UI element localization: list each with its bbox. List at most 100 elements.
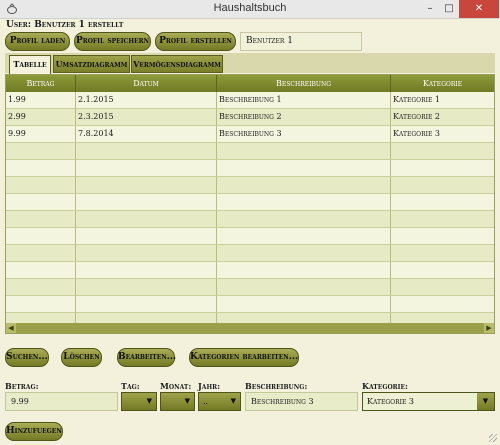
- table-cell-date: [76, 194, 217, 210]
- empty-table-row[interactable]: [6, 262, 494, 279]
- tab-assets-chart[interactable]: Vermögensdiagramm: [131, 55, 223, 73]
- table-cell-description: [217, 143, 391, 159]
- column-header-category[interactable]: Kategorie: [391, 75, 494, 92]
- description-label: Beschreibung:: [245, 381, 308, 391]
- table-cell-amount: 1.99: [6, 92, 76, 108]
- category-select[interactable]: Kategorie 3 ▼: [362, 392, 495, 411]
- resize-grip-icon[interactable]: [489, 434, 497, 442]
- column-header-amount[interactable]: Betrag: [6, 75, 76, 92]
- tab-table[interactable]: Tabelle: [9, 55, 51, 74]
- maximize-button[interactable]: □: [440, 0, 458, 18]
- table-cell-date: 7.8.2014: [76, 126, 217, 142]
- table-cell-amount: [6, 296, 76, 312]
- empty-table-row[interactable]: [6, 177, 494, 194]
- table-cell-description: [217, 279, 391, 295]
- user-status: User: Benutzer 1 erstellt: [6, 20, 124, 30]
- table-cell-category: [391, 296, 494, 312]
- table-cell-description: [217, 245, 391, 261]
- amount-label: Betrag:: [5, 381, 39, 391]
- scroll-right-icon[interactable]: ▶: [484, 323, 494, 333]
- table-cell-description: [217, 228, 391, 244]
- table-cell-category: Kategorie 3: [393, 129, 440, 138]
- close-button[interactable]: ✕: [459, 0, 499, 18]
- save-profile-button[interactable]: Profil speichern: [74, 32, 151, 51]
- description-input[interactable]: Beschreibung 3: [245, 392, 358, 411]
- column-header-date[interactable]: Datum: [76, 75, 217, 92]
- table-cell-category: [391, 160, 494, 176]
- minimize-button[interactable]: –: [421, 0, 439, 18]
- table-cell-date: [76, 177, 217, 193]
- table-cell-amount: [6, 245, 76, 261]
- empty-table-row[interactable]: [6, 228, 494, 245]
- table-cell-amount: 9.99: [6, 126, 76, 142]
- empty-table-row[interactable]: [6, 245, 494, 262]
- year-label: Jahr:: [198, 381, 221, 391]
- table-cell-category: [391, 177, 494, 193]
- table-header: Betrag Datum Beschreibung Kategorie: [6, 75, 494, 92]
- edit-button[interactable]: Bearbeiten...: [117, 348, 176, 367]
- table-cell-category: [391, 143, 494, 159]
- profile-name-field[interactable]: Benutzer 1: [240, 32, 362, 51]
- transactions-table: Betrag Datum Beschreibung Kategorie 1.99…: [5, 74, 495, 334]
- scroll-left-icon[interactable]: ◀: [6, 323, 16, 333]
- search-button[interactable]: Suchen...: [5, 348, 49, 367]
- table-cell-date: [76, 228, 217, 244]
- chevron-down-icon: ▼: [230, 397, 236, 405]
- month-select[interactable]: ▼: [160, 392, 195, 411]
- year-select[interactable]: .. ▼: [198, 392, 241, 411]
- table-cell-description: Beschreibung 2: [217, 109, 391, 125]
- table-cell-date: [76, 296, 217, 312]
- table-cell-category: [391, 194, 494, 210]
- amount-input[interactable]: 9.99: [5, 392, 118, 411]
- table-cell-date: [76, 143, 217, 159]
- table-cell-description: [217, 211, 391, 227]
- table-cell-description: Beschreibung 3: [217, 126, 391, 142]
- empty-table-row[interactable]: [6, 279, 494, 296]
- table-cell-description: Beschreibung 1: [217, 92, 391, 108]
- load-profile-button[interactable]: Profil laden: [5, 32, 70, 51]
- chevron-down-icon: ▼: [146, 397, 152, 405]
- table-cell-amount: [6, 211, 76, 227]
- table-cell-category: [391, 211, 494, 227]
- chevron-down-icon[interactable]: ▼: [477, 393, 494, 410]
- tab-sales-chart[interactable]: Umsatzdiagramm: [53, 55, 130, 73]
- table-cell-description: [217, 194, 391, 210]
- table-cell-category: [391, 245, 494, 261]
- table-cell-category: Kategorie 2: [393, 112, 440, 121]
- table-cell-amount: [6, 279, 76, 295]
- table-cell-date: [76, 160, 217, 176]
- table-cell-amount: [6, 194, 76, 210]
- edit-categories-button[interactable]: Kategorien bearbeiten...: [189, 348, 299, 367]
- month-label: Monat:: [160, 381, 192, 391]
- table-cell-category: [391, 279, 494, 295]
- add-button[interactable]: Hinzufuegen: [5, 422, 63, 441]
- empty-table-row[interactable]: [6, 194, 494, 211]
- table-row[interactable]: 2.99 2.3.2015 Beschreibung 2 Kategorie 2: [6, 109, 494, 126]
- empty-table-row[interactable]: [6, 160, 494, 177]
- table-row[interactable]: 1.99 2.1.2015 Beschreibung 1 Kategorie 1: [6, 92, 494, 109]
- table-cell-description: [217, 160, 391, 176]
- table-cell-amount: [6, 160, 76, 176]
- table-cell-description: [217, 177, 391, 193]
- category-value: Kategorie 3: [367, 397, 414, 406]
- table-cell-date: 2.3.2015: [76, 109, 217, 125]
- create-profile-button[interactable]: Profil erstellen: [155, 32, 236, 51]
- day-select[interactable]: ▼: [121, 392, 157, 411]
- table-cell-category: Kategorie 1: [393, 95, 440, 104]
- table-cell-date: [76, 279, 217, 295]
- delete-button[interactable]: Löschen: [61, 348, 102, 367]
- category-label: Kategorie:: [362, 381, 408, 391]
- empty-table-row[interactable]: [6, 296, 494, 313]
- table-cell-amount: [6, 262, 76, 278]
- table-cell-category: [391, 262, 494, 278]
- table-cell-amount: [6, 228, 76, 244]
- table-cell-category: [391, 228, 494, 244]
- empty-table-row[interactable]: [6, 211, 494, 228]
- horizontal-scrollbar[interactable]: ◀ ▶: [6, 323, 494, 333]
- table-cell-date: 2.1.2015: [76, 92, 217, 108]
- empty-table-row[interactable]: [6, 143, 494, 160]
- table-row[interactable]: 9.99 7.8.2014 Beschreibung 3 Kategorie 3: [6, 126, 494, 143]
- table-cell-amount: 2.99: [6, 109, 76, 125]
- column-header-description[interactable]: Beschreibung: [217, 75, 391, 92]
- table-cell-amount: [6, 143, 76, 159]
